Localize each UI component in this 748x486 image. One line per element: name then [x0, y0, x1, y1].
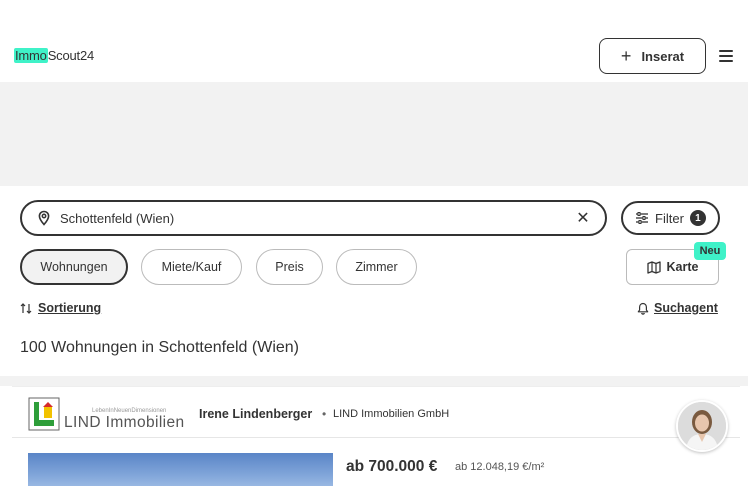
location-value: Schottenfeld (Wien) — [60, 210, 175, 226]
listing-price-per-sqm: ab 12.048,19 €/m² — [455, 461, 545, 473]
location-search-field[interactable]: Schottenfeld (Wien) ✕ — [20, 200, 607, 236]
listing-card[interactable]: LebenInNeuenDimensionen LIND Immobilien … — [12, 386, 740, 486]
listing-image[interactable] — [28, 453, 333, 486]
agent-name: Irene Lindenberger — [199, 407, 313, 421]
sort-label: Sortierung — [38, 301, 102, 315]
chip-zimmer[interactable]: Zimmer — [336, 249, 417, 285]
separator-strip — [0, 376, 748, 386]
hamburger-menu-icon[interactable] — [719, 49, 733, 63]
logo-scout24: Scout24 — [47, 48, 95, 63]
plus-icon: + — [620, 46, 632, 66]
agent-avatar — [676, 400, 728, 452]
map-icon — [646, 260, 661, 274]
chip-wohnungen[interactable]: Wohnungen — [20, 249, 128, 285]
top-header: ImmoScout24 + Inserat — [0, 0, 748, 82]
logo-wordmark: LIND Immobilien — [64, 414, 185, 431]
bell-icon — [637, 302, 649, 315]
sliders-icon — [636, 212, 649, 224]
sort-arrows-icon — [20, 302, 32, 314]
search-agent-button[interactable]: Suchagent — [637, 301, 718, 315]
inserat-button[interactable]: + Inserat — [599, 38, 706, 74]
lind-immobilien-logo: LebenInNeuenDimensionen LIND Immobilien — [28, 397, 185, 431]
filter-label: Filter — [655, 210, 684, 226]
card-divider — [12, 437, 740, 438]
filter-count-badge: 1 — [689, 210, 706, 226]
agent-photo-icon — [678, 402, 726, 450]
inserat-label: Inserat — [641, 48, 685, 64]
ad-banner-space — [0, 82, 748, 186]
separator-dot: • — [322, 407, 327, 421]
location-pin-icon — [38, 210, 50, 226]
chip-miete-kauf[interactable]: Miete/Kauf — [141, 249, 242, 285]
filter-button[interactable]: Filter 1 — [621, 201, 720, 235]
listing-price: ab 700.000 € — [346, 458, 438, 475]
result-count-heading: 100 Wohnungen in Schottenfeld (Wien) — [20, 339, 299, 356]
sort-button[interactable]: Sortierung — [20, 301, 101, 315]
immoscout24-logo[interactable]: ImmoScout24 — [14, 48, 94, 63]
logo-immo: Immo — [14, 48, 48, 63]
search-panel: Schottenfeld (Wien) ✕ Filter 1 Wohnungen… — [0, 186, 748, 376]
agency-name: LIND Immobilien GmbH — [333, 408, 450, 420]
search-agent-label: Suchagent — [654, 301, 718, 315]
chip-preis[interactable]: Preis — [256, 249, 323, 285]
clear-icon[interactable]: ✕ — [575, 208, 591, 228]
map-label: Karte — [666, 260, 699, 274]
neu-badge: Neu — [694, 242, 726, 260]
